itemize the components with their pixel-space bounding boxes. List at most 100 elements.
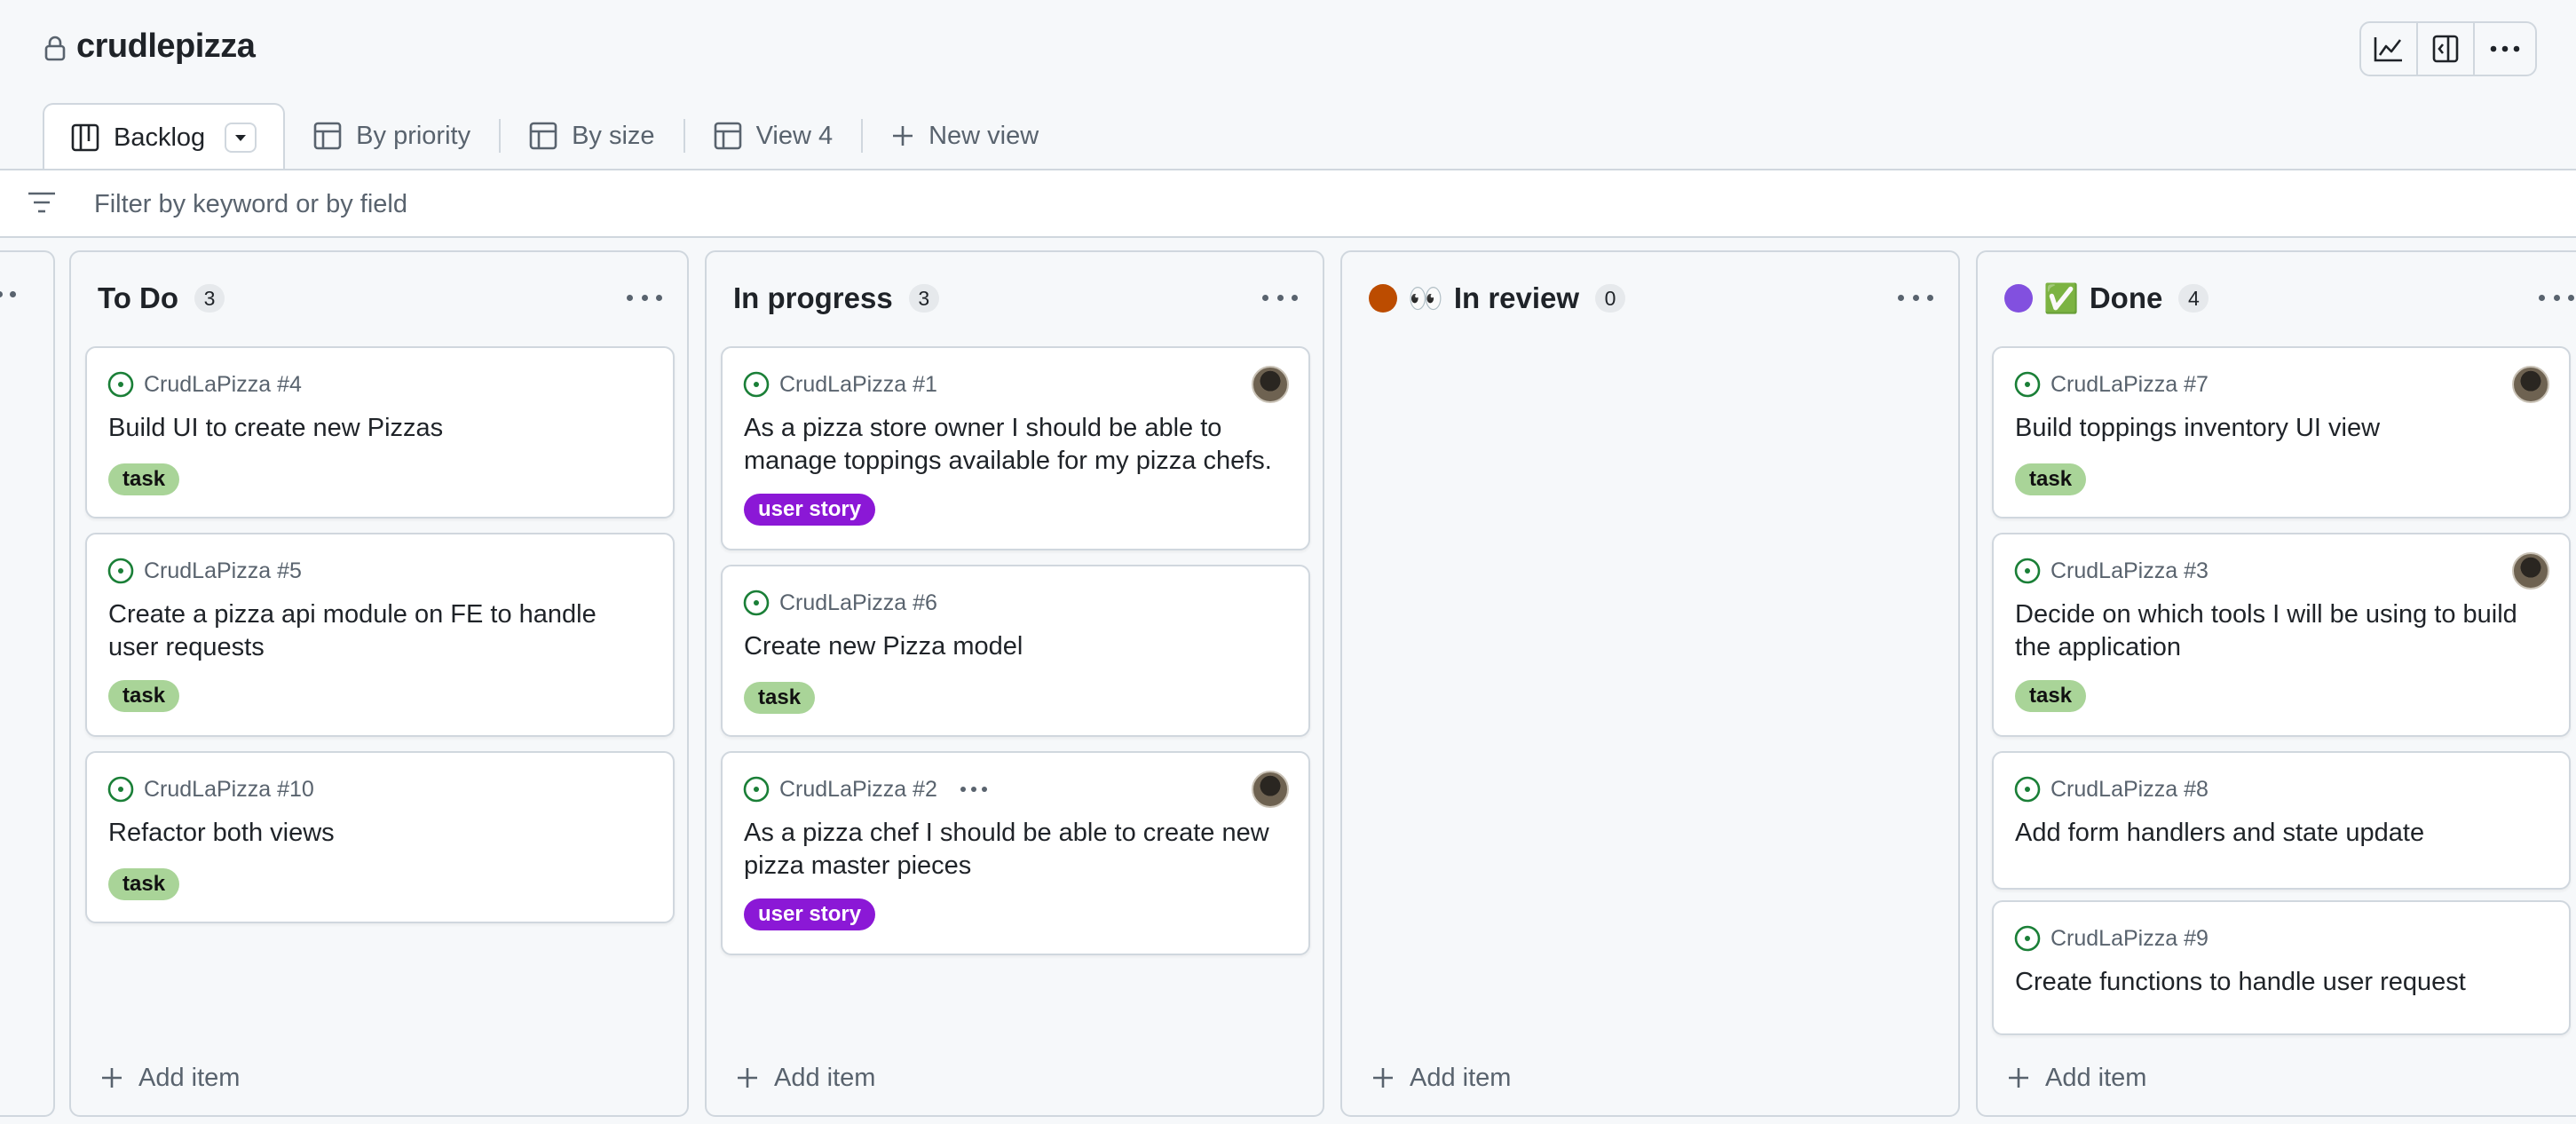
filter-bar xyxy=(0,169,2576,238)
card-menu-icon[interactable] xyxy=(960,787,987,792)
project-title[interactable]: crudlepizza xyxy=(76,28,256,66)
add-item-button[interactable]: Add item xyxy=(101,1060,240,1096)
column-done: ✅ Done 4 CrudLaPizza #7 Build toppings i… xyxy=(1976,250,2576,1117)
issue-title[interactable]: Build toppings inventory UI view xyxy=(2015,412,2548,445)
add-item-button[interactable]: Add item xyxy=(737,1060,875,1096)
issue-reference[interactable]: CrudLaPizza #7 xyxy=(2051,372,2209,398)
issue-title[interactable]: As a pizza store owner I should be able … xyxy=(744,412,1287,478)
issue-reference[interactable]: CrudLaPizza #10 xyxy=(144,777,314,803)
tab-label: View 4 xyxy=(755,121,834,150)
label-badge[interactable]: task xyxy=(2015,463,2087,495)
plus-icon xyxy=(1373,1068,1393,1088)
add-item-button[interactable]: Add item xyxy=(1372,1060,1511,1096)
column-header: To Do 3 xyxy=(98,279,225,318)
issue-title[interactable]: As a pizza chef I should be able to crea… xyxy=(744,817,1287,883)
issue-open-icon xyxy=(2014,925,2041,952)
issue-card[interactable]: CrudLaPizza #10 Refactor both views task xyxy=(85,751,675,923)
issue-title[interactable]: Create functions to handle user request xyxy=(2015,966,2548,999)
card-meta: CrudLaPizza #10 xyxy=(107,776,314,803)
tab-backlog[interactable]: Backlog xyxy=(43,103,286,170)
issue-open-icon xyxy=(743,371,770,398)
plus-icon xyxy=(2009,1068,2028,1088)
assignee-avatar[interactable] xyxy=(2512,366,2549,403)
column-title: In progress xyxy=(733,281,893,314)
column-menu-button[interactable] xyxy=(1898,291,1933,304)
issue-card[interactable]: CrudLaPizza #4 Build UI to create new Pi… xyxy=(85,346,675,518)
check-mark-emoji-icon: ✅ xyxy=(2043,282,2079,314)
triangle-down-icon xyxy=(235,134,247,141)
label-badge[interactable]: task xyxy=(744,682,816,714)
column-count: 3 xyxy=(194,284,225,313)
issue-reference[interactable]: CrudLaPizza #4 xyxy=(144,372,302,398)
column-menu-button[interactable] xyxy=(627,291,662,304)
filter-input[interactable] xyxy=(94,186,2491,222)
project-toolbar xyxy=(2359,21,2537,76)
column-to-do: To Do 3 CrudLaPizza #4 Build UI to creat… xyxy=(69,250,689,1117)
add-item-button[interactable]: Add item xyxy=(2008,1060,2146,1096)
label-badge[interactable]: task xyxy=(2015,680,2087,712)
issue-title[interactable]: Create new Pizza model xyxy=(744,630,1287,663)
issue-open-icon xyxy=(2014,776,2041,803)
issue-title[interactable]: Create a pizza api module on FE to handl… xyxy=(108,598,652,664)
card-meta: CrudLaPizza #8 xyxy=(2013,776,2209,803)
column-header: In progress 3 xyxy=(733,279,939,318)
more-options-button[interactable] xyxy=(2475,23,2535,75)
issue-card[interactable]: CrudLaPizza #5 Create a pizza api module… xyxy=(85,533,675,737)
column-count: 3 xyxy=(908,284,939,313)
issue-card[interactable]: CrudLaPizza #9 Create functions to handl… xyxy=(1992,900,2571,1035)
column-menu-icon[interactable] xyxy=(0,291,16,297)
issue-open-icon xyxy=(743,590,770,616)
issue-reference[interactable]: CrudLaPizza #1 xyxy=(779,372,937,398)
eyes-emoji-icon: 👀 xyxy=(1408,282,1443,314)
card-meta: CrudLaPizza #3 xyxy=(2013,558,2209,584)
label-badge[interactable]: user story xyxy=(744,898,876,930)
issue-card[interactable]: CrudLaPizza #3 Decide on which tools I w… xyxy=(1992,533,2571,737)
issue-card[interactable]: CrudLaPizza #1 As a pizza store owner I … xyxy=(721,346,1310,550)
label-badge[interactable]: task xyxy=(108,463,180,495)
issue-card[interactable]: CrudLaPizza #8 Add form handlers and sta… xyxy=(1992,751,2571,890)
insights-button[interactable] xyxy=(2361,23,2418,75)
tab-view-4[interactable]: View 4 xyxy=(685,103,862,169)
issue-reference[interactable]: CrudLaPizza #2 xyxy=(779,777,937,803)
issue-card[interactable]: CrudLaPizza #7 Build toppings inventory … xyxy=(1992,346,2571,518)
new-view-button[interactable]: New view xyxy=(863,103,1067,169)
project-title-row: crudlepizza xyxy=(44,27,256,66)
view-options-button[interactable] xyxy=(225,123,257,153)
tab-label: New view xyxy=(928,121,1039,150)
issue-reference[interactable]: CrudLaPizza #5 xyxy=(144,558,302,584)
issue-open-icon xyxy=(2014,558,2041,584)
issue-title[interactable]: Build UI to create new Pizzas xyxy=(108,412,652,445)
issue-reference[interactable]: CrudLaPizza #3 xyxy=(2051,558,2209,584)
issue-reference[interactable]: CrudLaPizza #8 xyxy=(2051,777,2209,803)
issue-reference[interactable]: CrudLaPizza #6 xyxy=(779,590,937,616)
assignee-avatar[interactable] xyxy=(1252,366,1289,403)
column-menu-button[interactable] xyxy=(2539,291,2574,304)
assignee-avatar[interactable] xyxy=(1252,771,1289,808)
column-in-progress: In progress 3 CrudLaPizza #1 As a pizza … xyxy=(705,250,1324,1117)
tab-by-priority[interactable]: By priority xyxy=(285,103,499,169)
issue-title[interactable]: Decide on which tools I will be using to… xyxy=(2015,598,2548,664)
card-meta: CrudLaPizza #5 xyxy=(107,558,302,584)
issue-card[interactable]: CrudLaPizza #6 Create new Pizza model ta… xyxy=(721,565,1310,737)
card-meta: CrudLaPizza #9 xyxy=(2013,925,2209,952)
card-meta: CrudLaPizza #7 xyxy=(2013,371,2209,398)
plus-icon xyxy=(102,1068,122,1088)
toggle-panel-button[interactable] xyxy=(2418,23,2475,75)
issue-title[interactable]: Refactor both views xyxy=(108,817,652,850)
issue-reference[interactable]: CrudLaPizza #9 xyxy=(2051,926,2209,952)
assignee-avatar[interactable] xyxy=(2512,552,2549,590)
add-item-label: Add item xyxy=(774,1063,876,1092)
column-menu-button[interactable] xyxy=(1262,291,1298,304)
graph-icon xyxy=(2374,37,2402,62)
label-badge[interactable]: user story xyxy=(744,494,876,526)
label-badge[interactable]: task xyxy=(108,680,180,712)
plus-icon xyxy=(893,126,913,146)
add-item-label: Add item xyxy=(2045,1063,2147,1092)
column-title: In review xyxy=(1453,281,1580,314)
filter-icon[interactable] xyxy=(27,190,57,219)
issue-title[interactable]: Add form handlers and state update xyxy=(2015,817,2548,850)
tab-by-size[interactable]: By size xyxy=(501,103,683,169)
tab-label: Backlog xyxy=(114,123,206,152)
issue-card[interactable]: CrudLaPizza #2 As a pizza chef I should … xyxy=(721,751,1310,955)
label-badge[interactable]: task xyxy=(108,868,180,900)
